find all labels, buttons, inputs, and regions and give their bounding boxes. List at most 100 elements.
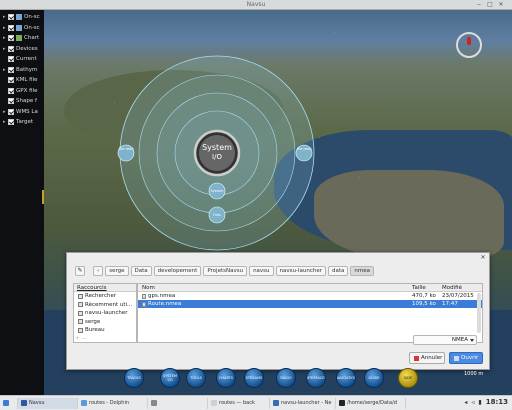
path-crumb[interactable]: data [328, 266, 349, 276]
layer-checkbox[interactable] [8, 24, 14, 31]
file-row[interactable]: gps.nmea 470,7 ko 23/07/2015 [138, 292, 482, 300]
layer-item[interactable]: ▸ On-sc [0, 23, 44, 34]
layer-item[interactable]: ▸ Devices [0, 44, 44, 55]
layer-checkbox[interactable] [8, 87, 14, 94]
taskbar: Navsu routes - Dolphin routes — back nav… [0, 395, 512, 410]
compass-icon[interactable] [456, 32, 482, 58]
layer-checkbox[interactable] [8, 119, 14, 126]
desktop-icon [78, 327, 83, 333]
place-home[interactable]: serge [74, 318, 136, 327]
layer-checkbox[interactable] [8, 77, 14, 84]
path-crumb-current[interactable]: nmea [350, 266, 375, 276]
start-menu-button[interactable] [0, 397, 18, 409]
dock-interfaces-button[interactable]: INTERFACES [306, 368, 326, 388]
dock-charts-button[interactable]: CHARTS [216, 368, 236, 388]
place-recent[interactable]: Récemment uti... [74, 301, 136, 310]
places-header: Raccourcis [74, 284, 136, 292]
file-list-scrollbar[interactable] [477, 293, 481, 333]
open-button[interactable]: Ouvrir [449, 352, 483, 364]
task-item[interactable] [148, 397, 208, 409]
path-crumb[interactable]: navsu-launcher [275, 266, 327, 276]
layer-tree: ▸ On-sc ▸ On-sc ▸ Chart ▸ Devices Current ▸ B… [0, 10, 44, 395]
layer-item[interactable]: KML file [0, 75, 44, 86]
file-type-filter[interactable]: NMEA [413, 335, 477, 345]
column-name[interactable]: Nom [138, 284, 410, 291]
cancel-button[interactable]: Annuler [409, 352, 445, 364]
place-label: Bureau [85, 327, 105, 333]
path-crumb[interactable]: ProjetsNavsu [203, 266, 248, 276]
layer-checkbox[interactable] [8, 45, 14, 52]
layer-label: GPX file [16, 87, 38, 94]
layer-item[interactable]: GPX file [0, 86, 44, 97]
path-crumb[interactable]: developement [153, 266, 202, 276]
layer-item[interactable]: ▸ WMS La [0, 107, 44, 118]
cancel-icon [414, 355, 419, 361]
dock-tools-button[interactable]: TOOLS [186, 368, 206, 388]
column-size[interactable]: Taille [410, 284, 440, 291]
edit-location-button[interactable]: ✎ [75, 266, 85, 276]
layer-checkbox[interactable] [8, 108, 14, 115]
dock-streams-button[interactable]: STREAMS [244, 368, 264, 388]
path-back-button[interactable]: ‹ [93, 266, 104, 276]
path-bar: ‹ serge Data developement ProjetsNavsu n… [93, 266, 375, 276]
dock-radio-button[interactable]: RADIO [276, 368, 296, 388]
layer-item[interactable]: ▸ Chart [0, 33, 44, 44]
file-list: Nom Taille Modifié gps.nmea 470,7 ko 23/… [137, 283, 483, 343]
place-search[interactable]: Rechercher [74, 292, 136, 301]
hub-label-line1: System [202, 143, 232, 152]
volume-icon[interactable]: ◃ [471, 399, 474, 406]
layer-checkbox[interactable] [8, 35, 14, 42]
file-row-selected[interactable]: Route.nmea 109,5 ko 17:47 [138, 300, 482, 308]
place-label: Récemment uti... [85, 301, 133, 308]
dock-guide-button[interactable]: GUIDE [364, 368, 384, 388]
window-titlebar[interactable]: Navsu ‒ □ ✕ [0, 0, 512, 10]
task-item[interactable]: navsu-launcher - Ne [270, 397, 336, 409]
dock-navigation-button[interactable]: NAVIGATION [336, 368, 356, 388]
task-item[interactable]: routes — back [208, 397, 270, 409]
place-navsu-launcher[interactable]: navsu-launcher [74, 309, 136, 318]
battery-icon[interactable]: ▮ [478, 399, 481, 406]
layer-label: Chart [24, 35, 40, 42]
task-label: routes — back [219, 400, 255, 406]
dock-side-button[interactable]: SIDE [398, 368, 418, 388]
layer-item[interactable]: ▸ On-sc [0, 12, 44, 23]
task-label: Navsu [29, 400, 45, 406]
terminal-icon [339, 400, 345, 406]
layer-label: Current [16, 56, 37, 63]
home-icon [78, 319, 83, 325]
task-item[interactable]: /home/serge/Data/d [336, 397, 406, 409]
layer-checkbox[interactable] [8, 14, 14, 21]
places-add-remove[interactable]: + − [75, 335, 87, 342]
open-label: Ouvrir [461, 355, 479, 361]
layer-label: On-sc [24, 14, 40, 21]
dock-tracks-button[interactable]: TRACKS [124, 368, 144, 388]
path-crumb[interactable]: navsu [249, 266, 274, 276]
layer-label: WMS La [16, 108, 38, 115]
folder-icon [81, 400, 87, 406]
layer-item[interactable]: ▸ Bathym [0, 65, 44, 76]
place-desktop[interactable]: Bureau [74, 326, 136, 335]
maximize-icon[interactable]: □ [487, 2, 493, 8]
network-icon[interactable]: ◂ [464, 399, 467, 406]
task-item[interactable]: routes - Dolphin [78, 397, 148, 409]
layer-checkbox[interactable] [8, 98, 14, 105]
layer-item[interactable]: ▸ Target [0, 117, 44, 128]
layer-checkbox[interactable] [8, 56, 14, 63]
layer-item[interactable]: Shape f [0, 96, 44, 107]
path-crumb[interactable]: Data [130, 266, 152, 276]
close-icon[interactable]: ✕ [479, 254, 487, 262]
layer-label: KML file [16, 77, 38, 84]
map-place-label: · [334, 30, 336, 35]
close-icon[interactable]: ✕ [498, 2, 504, 8]
places-sidebar: Raccourcis Rechercher Récemment uti... n… [73, 283, 137, 343]
dock-system-io-button[interactable]: SYSTEM I/O [160, 368, 180, 388]
path-crumb[interactable]: serge [105, 266, 129, 276]
layer-checkbox[interactable] [8, 66, 14, 73]
clock[interactable]: 18:13 [486, 398, 508, 406]
task-item[interactable]: Navsu [18, 397, 78, 409]
layer-icon [16, 35, 22, 42]
column-modified[interactable]: Modifié [440, 284, 480, 291]
layer-icon [16, 14, 22, 21]
layer-item[interactable]: Current [0, 54, 44, 65]
minimize-icon[interactable]: ‒ [476, 2, 482, 8]
